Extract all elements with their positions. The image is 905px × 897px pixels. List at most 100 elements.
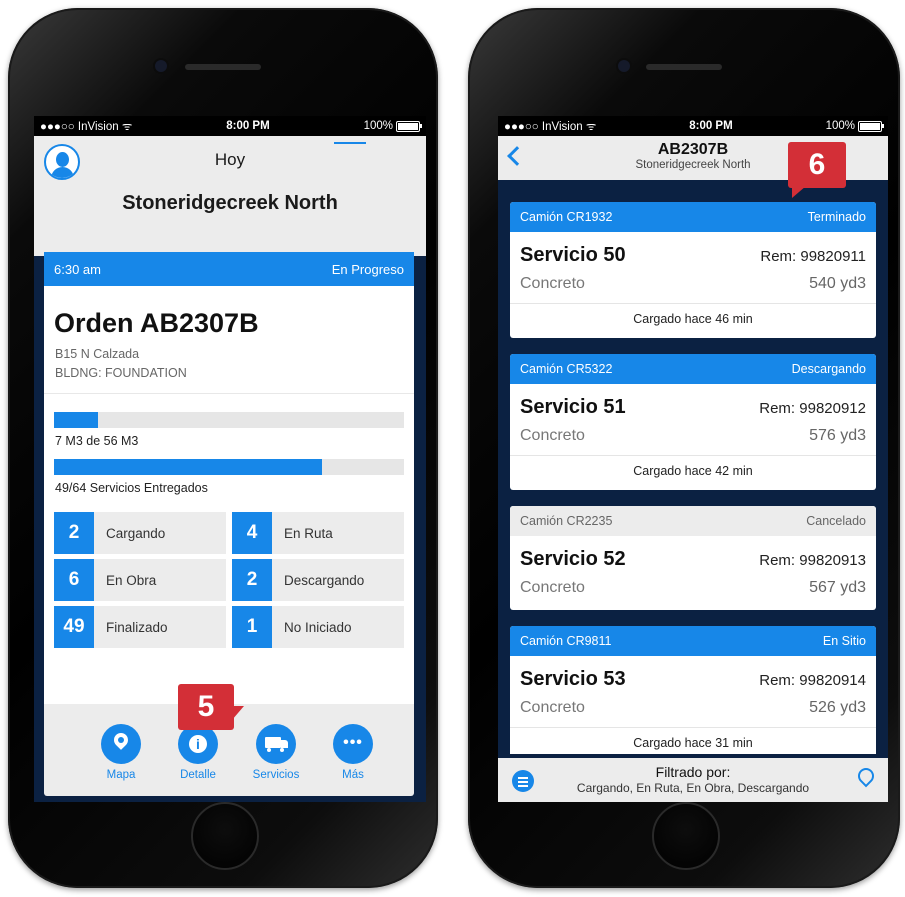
service-row: Servicio 50 Rem: 99820911 xyxy=(510,244,876,267)
stat-label: No Iniciado xyxy=(284,619,352,635)
service-row: Servicio 51 Rem: 99820912 xyxy=(510,396,876,419)
service-state: Terminado xyxy=(807,210,866,224)
battery-indicator: 100% xyxy=(364,120,422,132)
home-button[interactable] xyxy=(191,802,259,870)
stat-label: Descargando xyxy=(284,572,365,588)
stat-label: En Obra xyxy=(106,572,157,588)
service-card[interactable]: Camión CR9811 En Sitio Servicio 53 Rem: … xyxy=(510,626,876,754)
remision-number: Rem: 99820913 xyxy=(759,552,866,569)
battery-icon xyxy=(858,120,884,132)
filter-icon[interactable] xyxy=(512,770,534,792)
stat-no-iniciado[interactable]: 1 No Iniciado xyxy=(232,606,404,648)
volume-progress-bar xyxy=(54,412,404,428)
tab-label: Detalle xyxy=(180,769,216,781)
header-accent xyxy=(334,142,366,144)
volume: 567 yd3 xyxy=(809,579,866,596)
tab-detalle[interactable]: i Detalle xyxy=(163,724,233,781)
stat-label: En Ruta xyxy=(284,525,333,541)
stat-en-obra[interactable]: 6 En Obra xyxy=(54,559,226,601)
volume-progress-fill xyxy=(54,412,98,428)
stat-cargando[interactable]: 2 Cargando xyxy=(54,512,226,554)
service-state: Descargando xyxy=(791,362,866,376)
map-pin-icon xyxy=(101,724,141,764)
truck-glyph xyxy=(265,737,288,752)
service-row: Concreto 576 yd3 xyxy=(510,427,876,445)
stat-en-ruta[interactable]: 4 En Ruta xyxy=(232,512,404,554)
material: Concreto xyxy=(520,427,585,444)
stat-finalizado[interactable]: 49 Finalizado xyxy=(54,606,226,648)
truck-id: Camión CR1932 xyxy=(520,210,613,224)
remision-number: Rem: 99820914 xyxy=(759,672,866,689)
order-address: B15 N Calzada BLDNG: FOUNDATION xyxy=(55,345,414,383)
tab-servicios[interactable]: Servicios xyxy=(241,724,311,781)
step-callout-5: 5 xyxy=(178,684,244,730)
order-title: Orden AB2307B xyxy=(54,308,259,338)
stat-count: 49 xyxy=(54,606,94,648)
service-card[interactable]: Camión CR5322 Descargando Servicio 51 Re… xyxy=(510,354,876,490)
info-glyph: i xyxy=(189,735,207,753)
order-status: En Progreso xyxy=(331,261,404,277)
truck-id: Camión CR9811 xyxy=(520,634,612,648)
stat-label: Cargando xyxy=(106,525,166,541)
volume: 540 yd3 xyxy=(809,275,866,292)
info-icon: i xyxy=(178,724,218,764)
service-name: Servicio 52 xyxy=(520,548,626,570)
stat-label: Finalizado xyxy=(106,619,168,635)
carrier-label: ●●●○○ InVision ᯤ xyxy=(504,120,597,133)
remision-number: Rem: 99820911 xyxy=(760,248,866,265)
material: Concreto xyxy=(520,275,585,292)
services-progress-bar xyxy=(54,459,404,475)
clock-label: 8:00 PM xyxy=(689,120,733,132)
truck-icon xyxy=(256,724,296,764)
header: Hoy Stoneridgecreek North xyxy=(34,136,426,256)
screen-services-list: ●●●○○ InVision ᯤ 8:00 PM 100% AB2307B St… xyxy=(498,116,888,802)
services-list: Camión CR1932 Terminado Servicio 50 Rem:… xyxy=(498,202,888,754)
address-line-2: BLDNG: FOUNDATION xyxy=(55,366,187,380)
service-card[interactable]: Camión CR1932 Terminado Servicio 50 Rem:… xyxy=(510,202,876,338)
material: Concreto xyxy=(520,579,585,596)
battery-percent: 100% xyxy=(825,120,855,132)
stat-count: 2 xyxy=(232,559,272,601)
front-camera xyxy=(618,60,630,72)
volume: 526 yd3 xyxy=(809,699,866,716)
page-title: Hoy xyxy=(214,150,246,169)
filter-title: Filtrado por: xyxy=(655,764,731,780)
status-bar: ●●●○○ InVision ᯤ 8:00 PM 100% xyxy=(34,116,426,136)
remision-number: Rem: 99820912 xyxy=(759,400,866,417)
service-card-header: Camión CR1932 Terminado xyxy=(510,202,876,232)
volume: 576 yd3 xyxy=(809,427,866,444)
more-icon: ••• xyxy=(333,724,373,764)
stat-descargando[interactable]: 2 Descargando xyxy=(232,559,404,601)
filter-bar[interactable]: Filtrado por: Cargando, En Ruta, En Obra… xyxy=(498,758,888,802)
service-state: En Sitio xyxy=(822,634,866,648)
service-card[interactable]: Camión CR2235 Cancelado Servicio 52 Rem:… xyxy=(510,506,876,610)
volume-label: 7 M3 de 56 M3 xyxy=(55,434,139,448)
loaded-time: Cargado hace 46 min xyxy=(510,303,876,334)
stat-count: 4 xyxy=(232,512,272,554)
map-pin-glyph xyxy=(111,730,131,750)
earpiece xyxy=(185,64,261,70)
tab-label: Más xyxy=(342,769,364,781)
earpiece xyxy=(646,64,722,70)
clock-label: 8:00 PM xyxy=(226,120,270,132)
battery-indicator: 100% xyxy=(825,120,884,132)
carrier-label: ●●●○○ InVision ᯤ xyxy=(40,120,133,133)
status-grid: 2 Cargando 4 En Ruta 6 En Obra 2 Descarg… xyxy=(54,512,404,648)
service-row: Servicio 52 Rem: 99820913 xyxy=(510,548,876,571)
home-button[interactable] xyxy=(652,802,720,870)
loaded-time: Cargado hace 42 min xyxy=(510,455,876,486)
truck-id: Camión CR2235 xyxy=(520,514,613,528)
service-card-header: Camión CR9811 En Sitio xyxy=(510,626,876,656)
tab-mas[interactable]: ••• Más xyxy=(318,724,388,781)
step-callout-6: 6 xyxy=(788,142,846,198)
back-chevron-icon[interactable] xyxy=(504,144,524,163)
tab-label: Mapa xyxy=(106,769,136,781)
status-bar: ●●●○○ InVision ᯤ 8:00 PM 100% xyxy=(498,116,888,136)
tab-mapa[interactable]: Mapa xyxy=(86,724,156,781)
front-camera xyxy=(155,60,167,72)
services-progress-fill xyxy=(54,459,323,475)
site-name: Stoneridgecreek North xyxy=(122,192,338,214)
service-row: Concreto 526 yd3 xyxy=(510,699,876,717)
more-glyph: ••• xyxy=(343,734,363,751)
service-row: Concreto 540 yd3 xyxy=(510,275,876,293)
